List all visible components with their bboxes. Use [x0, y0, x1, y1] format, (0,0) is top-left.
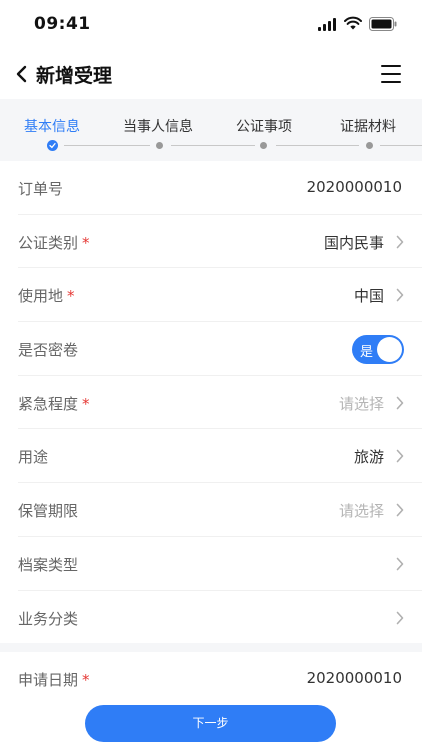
required-mark: * — [82, 233, 90, 252]
chevron-right-icon — [396, 557, 404, 571]
next-step-button[interactable]: 下一步 — [85, 705, 336, 742]
urgency-row[interactable]: 紧急程度 * 请选择 — [18, 376, 422, 430]
row-label: 使用地 * — [18, 287, 75, 306]
basic-info-form: 订单号 2020000010 公证类别 * 国内民事 使用地 * 中国 是否密卷 是… — [0, 161, 422, 644]
toggle-label: 是 — [360, 345, 374, 361]
tab-basic-info[interactable]: 基本信息 — [24, 116, 80, 136]
nav-bar: 新增受理 — [0, 52, 422, 98]
step-connector — [64, 145, 150, 146]
purpose-row[interactable]: 用途 旅游 — [18, 429, 422, 484]
purpose-value: 旅游 — [353, 448, 384, 467]
wifi-icon — [344, 16, 362, 30]
order-number-value: 2020000010 — [306, 178, 402, 196]
usage-location-row[interactable]: 使用地 * 中国 — [18, 268, 422, 323]
application-date-value: 2020000010 — [306, 669, 402, 687]
chevron-left-icon[interactable] — [12, 62, 32, 86]
application-date-row[interactable]: 申请日期 * 2020000010 — [18, 652, 422, 704]
tab-party-info[interactable]: 当事人信息 — [123, 116, 193, 136]
battery-icon — [369, 17, 397, 31]
cellular-signal-icon — [318, 18, 338, 31]
confidential-row: 是否密卷 是 — [18, 322, 422, 376]
chevron-right-icon — [396, 396, 404, 410]
row-label: 是否密卷 — [18, 341, 79, 360]
chevron-right-icon — [396, 235, 404, 248]
row-label: 申请日期 * — [18, 671, 90, 689]
page-title: 新增受理 — [36, 65, 113, 87]
order-number-row: 订单号 2020000010 — [18, 161, 422, 215]
step-dot — [260, 142, 267, 149]
step-connector — [380, 145, 422, 146]
retention-period-placeholder: 请选择 — [338, 502, 384, 521]
step-dot — [366, 142, 373, 149]
step-dot-active — [47, 140, 58, 151]
step-dot — [156, 142, 163, 149]
tab-notary-matters[interactable]: 公证事项 — [236, 116, 292, 136]
row-label: 用途 — [18, 448, 49, 467]
tab-evidence[interactable]: 证据材料 — [340, 116, 396, 136]
row-label: 档案类型 — [18, 555, 79, 574]
confidential-toggle[interactable]: 是 — [352, 335, 404, 365]
chevron-right-icon — [396, 289, 404, 302]
row-label: 业务分类 — [18, 609, 79, 628]
required-mark: * — [82, 671, 90, 689]
row-label: 订单号 — [18, 180, 64, 198]
archive-type-row[interactable]: 档案类型 — [18, 537, 422, 591]
row-label: 公证类别 * — [18, 233, 90, 252]
notary-category-value: 国内民事 — [323, 233, 384, 252]
chevron-right-icon — [396, 503, 404, 517]
toggle-knob — [377, 337, 402, 363]
step-connector — [276, 145, 359, 146]
row-label: 保管期限 — [18, 502, 79, 521]
urgency-placeholder: 请选择 — [338, 394, 384, 413]
notary-category-row[interactable]: 公证类别 * 国内民事 — [18, 215, 422, 269]
section-divider — [0, 643, 422, 652]
chevron-right-icon — [396, 611, 404, 624]
status-time: 09:41 — [34, 14, 91, 34]
step-progress: 基本信息 当事人信息 公证事项 证据材料 — [0, 99, 422, 161]
required-mark: * — [82, 394, 90, 413]
retention-period-row[interactable]: 保管期限 请选择 — [18, 483, 422, 537]
step-connector — [171, 145, 255, 146]
chevron-right-icon — [396, 450, 404, 463]
row-label: 紧急程度 * — [18, 394, 90, 413]
required-mark: * — [67, 287, 75, 306]
hamburger-menu-icon[interactable] — [381, 65, 401, 83]
usage-location-value: 中国 — [353, 287, 384, 306]
business-category-row[interactable]: 业务分类 — [18, 591, 422, 645]
status-bar: 09:41 — [0, 0, 422, 48]
